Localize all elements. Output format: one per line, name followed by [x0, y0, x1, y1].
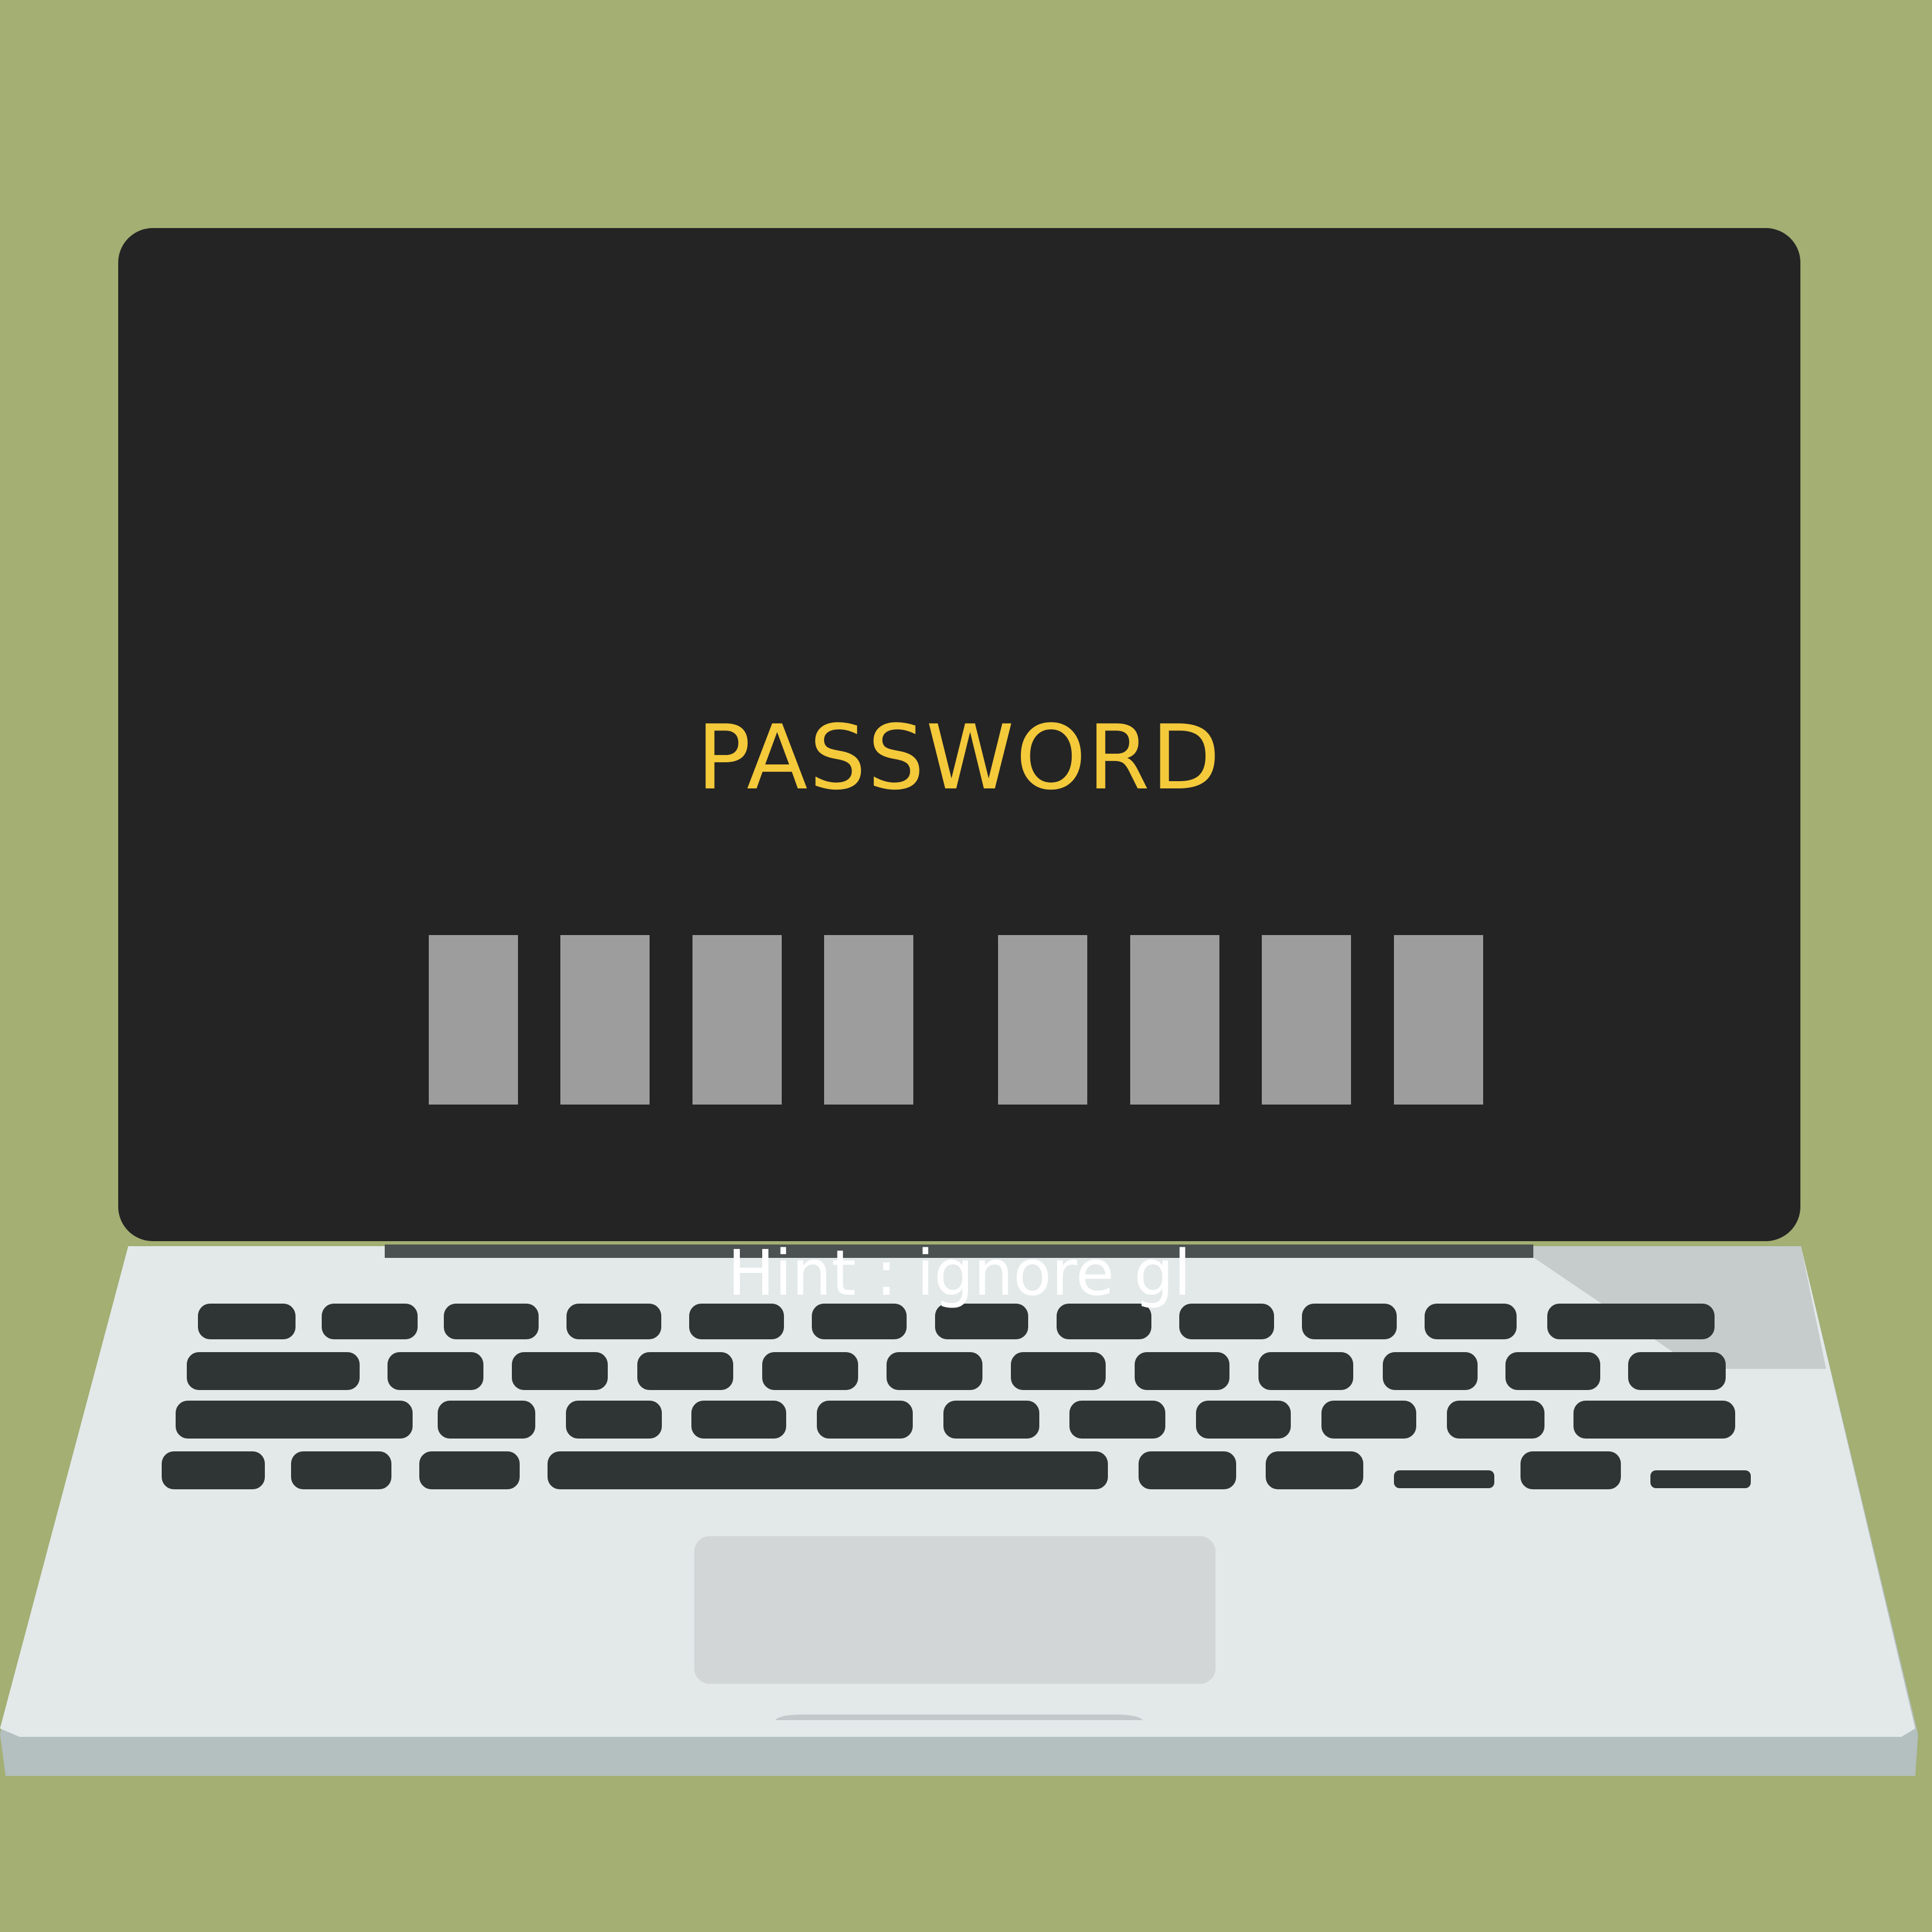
keyboard-key[interactable]	[1321, 1401, 1416, 1439]
keyboard-key[interactable]	[1135, 1352, 1229, 1390]
password-title: PASSWORD	[696, 705, 1222, 810]
password-slot	[998, 935, 1087, 1105]
keyboard-key[interactable]	[1521, 1451, 1621, 1489]
password-slot	[560, 935, 650, 1105]
keyboard-key[interactable]	[762, 1352, 858, 1390]
laptop-screen: PASSWORD Hint : ignore gl	[118, 228, 1800, 1310]
keyboard-key[interactable]	[1383, 1352, 1478, 1390]
password-slot	[1130, 935, 1219, 1105]
keyboard-key[interactable]	[1573, 1401, 1735, 1439]
password-slot	[1394, 935, 1483, 1105]
password-slot	[824, 935, 913, 1105]
trackpad	[694, 1536, 1216, 1684]
keyboard-key[interactable]	[1139, 1451, 1236, 1489]
keyboard-key[interactable]	[548, 1451, 1108, 1489]
keyboard-key[interactable]	[1258, 1352, 1353, 1390]
keyboard-key[interactable]	[817, 1401, 913, 1439]
keyboard-key[interactable]	[887, 1352, 982, 1390]
password-slot	[693, 935, 782, 1105]
keyboard-key[interactable]	[1505, 1352, 1600, 1390]
keyboard-key[interactable]	[1069, 1401, 1165, 1439]
keyboard-key[interactable]	[1196, 1401, 1291, 1439]
keyboard-key[interactable]	[691, 1401, 786, 1439]
keyboard-key[interactable]	[176, 1401, 413, 1439]
keyboard-key[interactable]	[1011, 1352, 1106, 1390]
keyboard-key[interactable]	[438, 1401, 535, 1439]
keyboard-key[interactable]	[943, 1401, 1039, 1439]
password-hint: Hint : ignore gl	[727, 1237, 1192, 1310]
keyboard-key[interactable]	[1628, 1352, 1726, 1390]
keyboard-key[interactable]	[566, 1401, 662, 1439]
arrow-key[interactable]	[1650, 1470, 1751, 1488]
keyboard-key[interactable]	[162, 1451, 265, 1489]
arrow-key[interactable]	[1394, 1470, 1494, 1488]
keyboard-key[interactable]	[388, 1352, 483, 1390]
keyboard-key[interactable]	[1447, 1401, 1544, 1439]
keyboard-key[interactable]	[1266, 1451, 1363, 1489]
keyboard-key[interactable]	[419, 1451, 520, 1489]
keyboard-key[interactable]	[187, 1352, 360, 1390]
password-slot	[1262, 935, 1351, 1105]
keyboard-key[interactable]	[512, 1352, 608, 1390]
keyboard-key[interactable]	[637, 1352, 733, 1390]
password-slot	[429, 935, 518, 1105]
keyboard-key[interactable]	[291, 1451, 391, 1489]
